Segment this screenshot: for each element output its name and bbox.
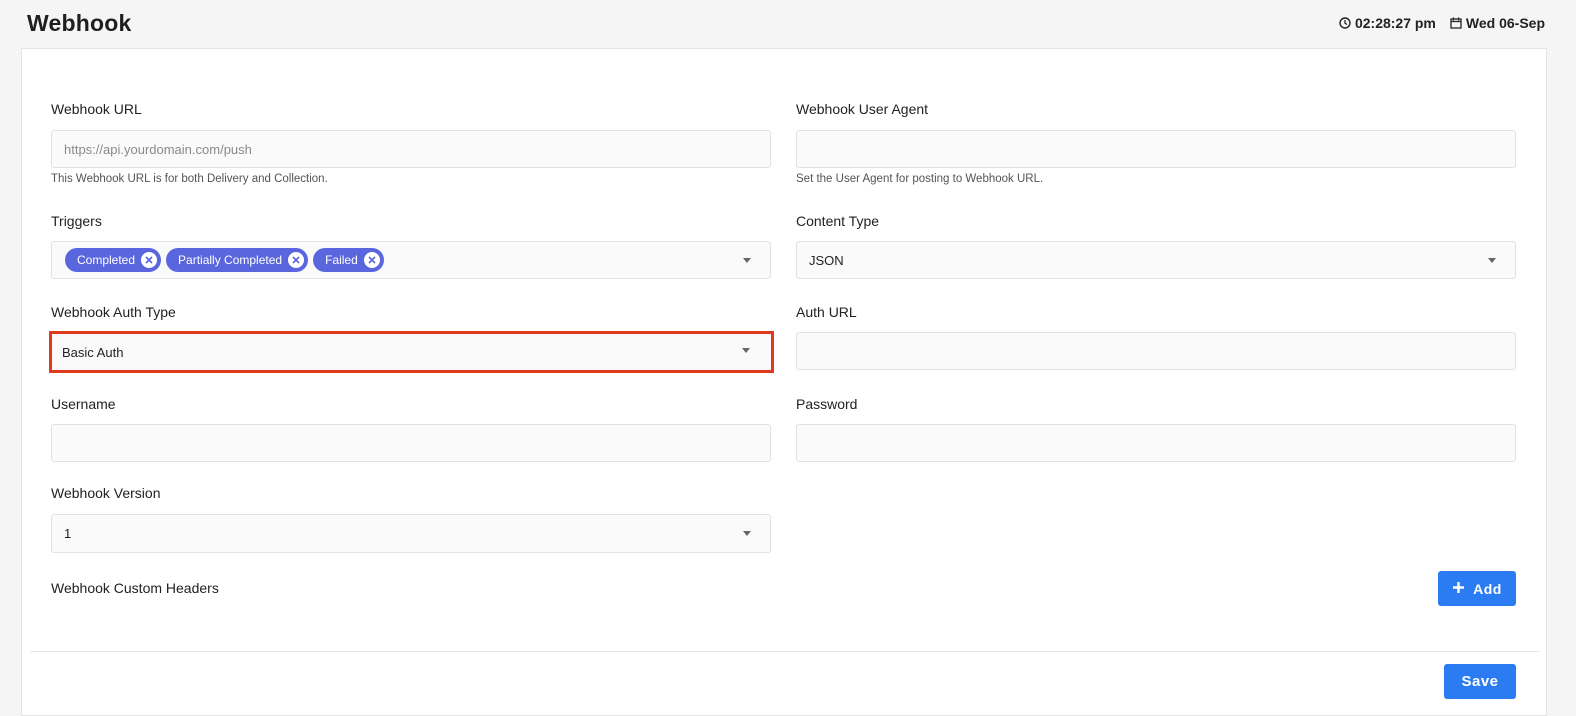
webhook-url-help: This Webhook URL is for both Delivery an…: [51, 173, 328, 185]
chevron-down-icon: [1488, 258, 1496, 263]
remove-tag-icon[interactable]: [363, 252, 380, 268]
webhook-url-label: Webhook URL: [51, 101, 142, 117]
password-input[interactable]: [796, 424, 1516, 462]
date-display: Wed 06-Sep: [1450, 15, 1545, 31]
current-date: Wed 06-Sep: [1465, 15, 1545, 31]
user-agent-help: Set the User Agent for posting to Webhoo…: [796, 173, 1044, 185]
content-type-select[interactable]: JSON: [796, 241, 1516, 279]
webhook-url-input[interactable]: [51, 130, 771, 168]
clock-icon: [1339, 17, 1351, 29]
current-time: 02:28:27 pm: [1354, 15, 1436, 31]
password-label: Password: [796, 396, 858, 412]
version-select[interactable]: 1: [51, 514, 771, 553]
version-label: Webhook Version: [51, 485, 161, 501]
auth-url-label: Auth URL: [796, 304, 857, 320]
add-header-label: Add: [1473, 580, 1502, 597]
trigger-tag-completed: Completed: [65, 248, 162, 272]
auth-url-input[interactable]: [796, 332, 1516, 370]
page-header: Webhook 02:28:27 pm Wed 06-Sep: [0, 0, 1576, 48]
remove-tag-icon[interactable]: [141, 252, 158, 268]
user-agent-input[interactable]: [796, 130, 1516, 168]
trigger-tag-partially-completed: Partially Completed: [166, 248, 309, 272]
content-type-value: JSON: [809, 252, 844, 268]
add-header-button[interactable]: Add: [1438, 571, 1516, 606]
remove-tag-icon[interactable]: [288, 252, 305, 268]
username-input[interactable]: [51, 424, 771, 462]
content-type-label: Content Type: [796, 213, 880, 229]
tag-label: Completed: [77, 253, 136, 267]
footer-divider: [30, 651, 1540, 652]
trigger-tags: Completed Partially Completed Failed: [65, 248, 384, 272]
triggers-label: Triggers: [51, 213, 102, 229]
save-button[interactable]: Save: [1444, 664, 1516, 699]
chevron-down-icon: [743, 531, 751, 536]
page-title: Webhook: [27, 10, 132, 36]
webhook-settings-card: Webhook URL This Webhook URL is for both…: [21, 48, 1547, 716]
triggers-multiselect[interactable]: Completed Partially Completed Failed: [51, 241, 771, 279]
auth-type-label: Webhook Auth Type: [51, 304, 176, 320]
user-agent-label: Webhook User Agent: [796, 101, 929, 117]
username-label: Username: [51, 396, 116, 412]
trigger-tag-failed: Failed: [313, 248, 384, 272]
calendar-icon: [1450, 17, 1462, 29]
auth-type-value: Basic Auth: [62, 344, 124, 360]
custom-headers-label: Webhook Custom Headers: [51, 580, 219, 596]
chevron-down-icon: [742, 348, 750, 353]
chevron-down-icon: [743, 258, 751, 263]
version-value: 1: [64, 526, 72, 541]
tag-label: Partially Completed: [178, 253, 283, 267]
tag-label: Failed: [325, 253, 358, 267]
plus-icon: [1452, 581, 1465, 597]
time-display: 02:28:27 pm: [1339, 15, 1436, 31]
auth-type-select[interactable]: Basic Auth: [49, 331, 774, 373]
header-datetime: 02:28:27 pm Wed 06-Sep: [1339, 15, 1545, 31]
